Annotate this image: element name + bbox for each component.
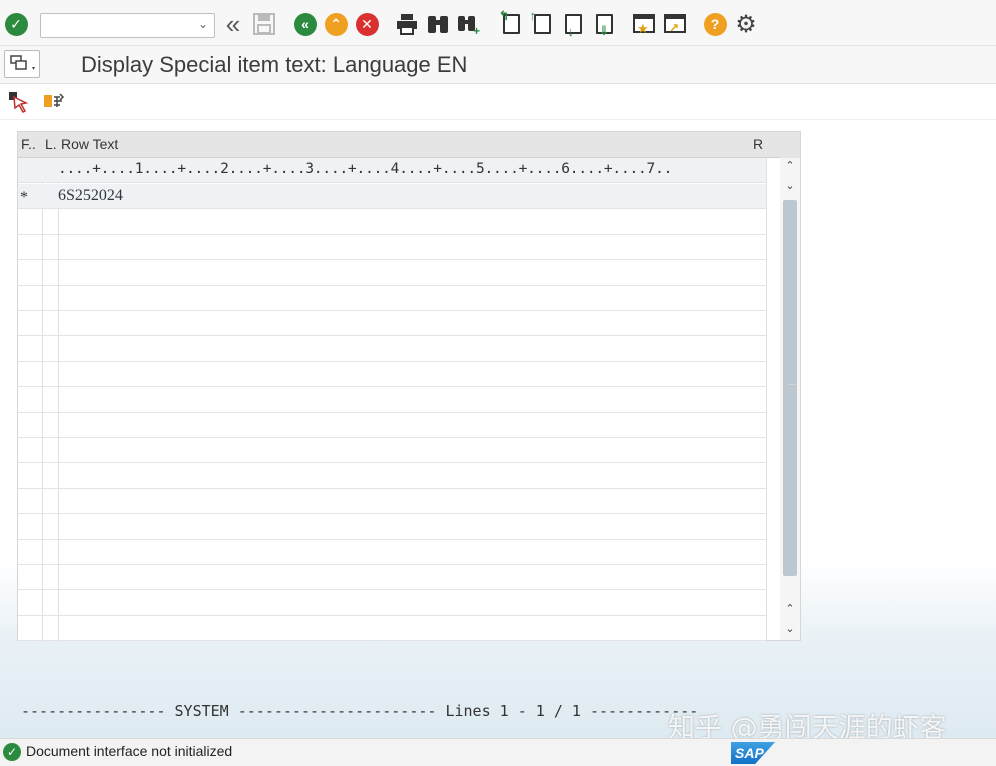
scroll-down-icon[interactable]: ⌄	[784, 622, 796, 635]
find-next-button[interactable]: +	[456, 11, 482, 37]
print-icon	[397, 14, 417, 35]
create-session-icon: ★	[633, 14, 655, 36]
command-field[interactable]: ⌄	[40, 13, 215, 38]
text-editor-table: F.. L. Row Text R ....+....1....+....2..…	[17, 131, 801, 642]
table-row[interactable]	[18, 286, 766, 311]
scroll-up-icon[interactable]: ⌃	[784, 159, 796, 172]
row-text[interactable]: 6S252024	[58, 187, 123, 205]
command-input[interactable]	[44, 15, 194, 36]
table-row[interactable]	[18, 590, 766, 616]
table-row[interactable]	[18, 311, 766, 337]
column-ruler: ....+....1....+....2....+....3....+....4…	[18, 158, 766, 183]
save-button[interactable]	[251, 11, 277, 37]
table-row[interactable]	[18, 616, 766, 642]
row-format-marker: *	[20, 189, 28, 206]
scrollbar-thumb[interactable]: ···	[783, 200, 797, 576]
table-row[interactable]	[18, 336, 766, 362]
create-session-button[interactable]: ★	[631, 11, 657, 37]
generate-shortcut-icon: ↗	[664, 14, 686, 35]
application-toolbar	[0, 84, 996, 120]
title-bar: Display Special item text: Language EN	[0, 46, 996, 84]
table-row[interactable]	[18, 489, 766, 515]
scroll-down-icon[interactable]: ⌄	[784, 179, 796, 192]
ruler-text: ....+....1....+....2....+....3....+....4…	[58, 161, 673, 177]
hierarchy-icon	[44, 93, 65, 107]
status-message[interactable]: Document interface not initialized	[26, 743, 232, 759]
help-icon: ?	[703, 12, 727, 36]
scrollbar-header-cap	[780, 132, 800, 158]
chevron-down-icon[interactable]: ⌄	[198, 17, 208, 31]
table-row[interactable]	[18, 413, 766, 438]
print-button[interactable]	[394, 11, 420, 37]
select-button[interactable]	[6, 89, 32, 115]
exit-icon: ⌃	[324, 12, 348, 36]
back-icon: «	[293, 12, 317, 36]
hierarchy-button[interactable]	[41, 89, 67, 115]
binoculars-plus-icon: +	[458, 16, 480, 36]
column-header-lang[interactable]: L.	[45, 136, 57, 152]
checkmark-icon: ✓	[4, 12, 28, 36]
column-separator	[766, 132, 767, 642]
menu-icon	[10, 55, 35, 70]
help-button[interactable]: ?	[702, 11, 728, 37]
table-row[interactable]	[18, 260, 766, 286]
previous-page-icon: ↑	[530, 8, 551, 34]
save-icon	[253, 13, 275, 35]
table-row[interactable]	[18, 387, 766, 413]
table-row[interactable]	[18, 438, 766, 464]
next-page-button[interactable]: ↓	[560, 11, 586, 39]
page-title: Display Special item text: Language EN	[81, 52, 468, 77]
table-header: F.. L. Row Text R	[18, 132, 784, 158]
customize-layout-button[interactable]: ⚙	[733, 10, 759, 38]
svg-text:↗: ↗	[669, 21, 679, 35]
cancel-button[interactable]: ✕	[354, 11, 380, 37]
next-page-icon: ↓	[564, 14, 582, 39]
table-row[interactable]	[18, 362, 766, 388]
table-row[interactable]: * 6S252024	[18, 184, 766, 210]
double-chevron-left-icon: «	[225, 9, 241, 39]
svg-text:★: ★	[637, 21, 649, 36]
generate-shortcut-button[interactable]: ↗	[662, 11, 688, 37]
cursor-select-icon	[9, 92, 29, 113]
binoculars-icon	[428, 16, 448, 33]
table-row[interactable]	[18, 235, 766, 261]
first-page-icon: ↰	[499, 8, 520, 34]
previous-page-button[interactable]: ↑	[529, 8, 555, 37]
svg-text:+: +	[473, 24, 480, 36]
first-page-button[interactable]: ↰	[498, 8, 524, 37]
success-icon: ✓	[3, 743, 21, 761]
table-row[interactable]	[18, 565, 766, 591]
cancel-icon: ✕	[355, 12, 379, 36]
column-header-row-text[interactable]: Row Text	[61, 136, 118, 152]
exit-button[interactable]: ⌃	[323, 11, 349, 37]
table-row[interactable]	[18, 209, 766, 235]
vertical-scrollbar[interactable]: ⌃ ⌄ ··· ⌃ ⌄	[780, 132, 800, 640]
column-header-format[interactable]: F..	[21, 136, 36, 152]
table-row[interactable]	[18, 463, 766, 489]
back-double-button[interactable]: «	[220, 11, 246, 37]
table-row[interactable]	[18, 514, 766, 540]
gear-icon: ⚙	[735, 10, 757, 38]
last-page-button[interactable]: ⇓	[591, 11, 617, 38]
find-button[interactable]	[425, 11, 451, 37]
status-bar: ✓ Document interface not initialized	[0, 738, 996, 766]
enter-button[interactable]: ✓	[3, 11, 29, 37]
back-button[interactable]: «	[292, 11, 318, 37]
scroll-up-icon[interactable]: ⌃	[784, 602, 796, 615]
system-toolbar: ✓ ⌄ « « ⌃ ✕ + ↰ ↑ ↓ ⇓ ★ ↗ ? ⚙	[0, 0, 996, 46]
table-row[interactable]	[18, 540, 766, 565]
grip-icon: ···	[788, 380, 796, 389]
column-header-r[interactable]: R	[753, 136, 763, 152]
system-line: ---------------- SYSTEM ----------------…	[21, 702, 699, 720]
menu-button[interactable]	[4, 50, 40, 78]
last-page-icon: ⇓	[595, 14, 613, 38]
